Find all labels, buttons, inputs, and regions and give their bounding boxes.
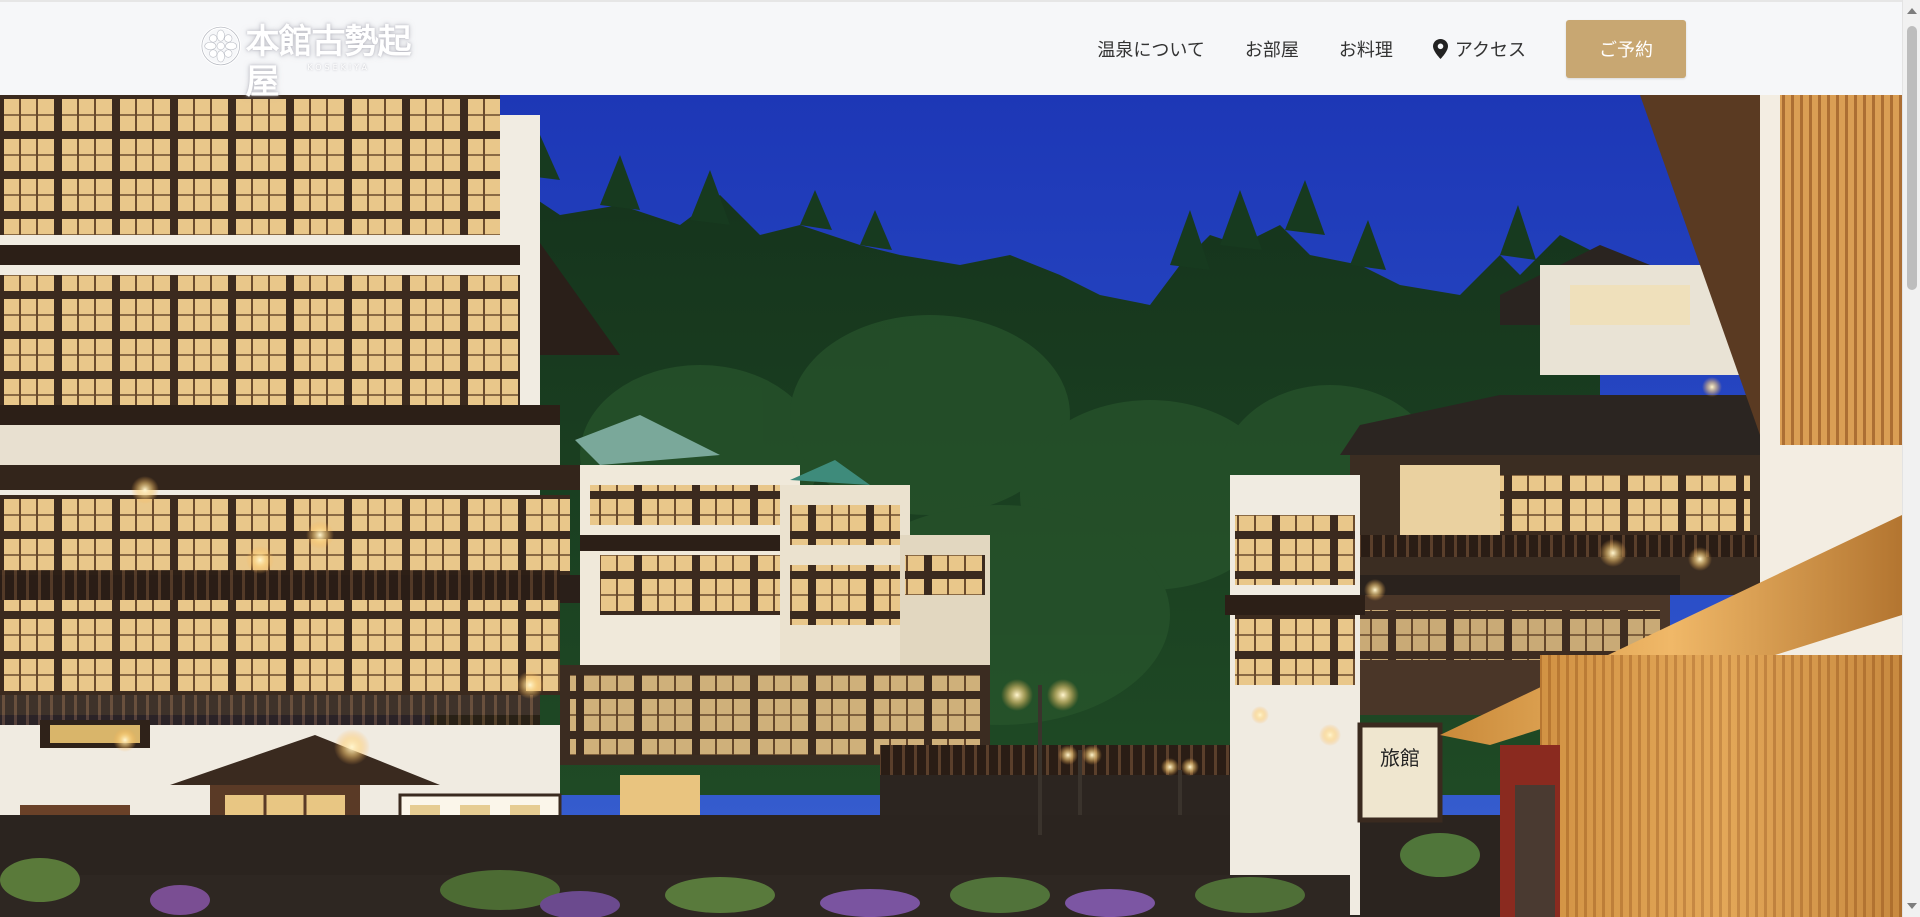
nav-link-rooms[interactable]: お部屋 — [1245, 36, 1299, 62]
nav-link-label: 温泉について — [1097, 40, 1205, 61]
ryokan-sign-text: 旅館 — [1380, 746, 1420, 770]
nav-link-label: お部屋 — [1244, 40, 1299, 61]
nav-link-label: お料理 — [1338, 40, 1393, 61]
page-scrollbar[interactable] — [1902, 0, 1920, 917]
reservation-button[interactable]: ご予約 — [1566, 20, 1686, 78]
scroll-up-icon[interactable] — [1907, 8, 1917, 14]
logo-text: 本館古勢起屋 — [245, 22, 411, 102]
crest-icon — [200, 25, 241, 67]
hero-image: 旅館 — [0, 95, 1902, 917]
site-logo[interactable]: 本館古勢起屋 KOSEKIYA — [200, 22, 432, 102]
nav-link-access[interactable]: アクセス — [1432, 36, 1526, 62]
nav-link-cuisine[interactable]: お料理 — [1339, 36, 1393, 62]
nav-link-label: アクセス — [1454, 40, 1526, 61]
site-header: 本館古勢起屋 KOSEKIYA 温泉について お部屋 お料理 アクセス ご予約 — [0, 0, 1902, 102]
scroll-thumb[interactable] — [1907, 26, 1917, 290]
map-pin-icon — [1432, 39, 1448, 59]
main-nav: 温泉について お部屋 お料理 アクセス ご予約 — [1097, 20, 1686, 78]
nav-link-onsen[interactable]: 温泉について — [1097, 36, 1204, 62]
hero-photo: 旅館 — [0, 95, 1902, 917]
logo-subtext: KOSEKIYA — [307, 63, 371, 72]
scroll-down-icon[interactable] — [1907, 903, 1917, 909]
